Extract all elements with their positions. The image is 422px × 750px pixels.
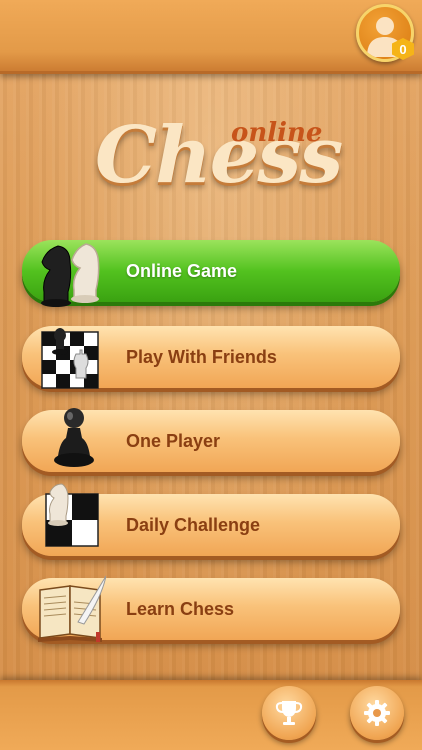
gear-icon: [364, 700, 390, 726]
play-with-friends-label: Play With Friends: [126, 346, 277, 367]
play-with-friends-button[interactable]: Play With Friends: [22, 326, 400, 389]
knights-icon: [41, 243, 100, 307]
knight-board-icon: [45, 483, 99, 547]
board-pieces-icon: [41, 328, 99, 389]
logo-subtitle: online: [231, 118, 323, 148]
one-player-button[interactable]: One Player: [22, 408, 400, 472]
book-quill-icon: [38, 575, 106, 642]
online-game-label: Online Game: [126, 260, 238, 281]
online-game-button[interactable]: Online Game: [22, 240, 400, 307]
settings-button[interactable]: [350, 686, 404, 740]
one-player-label: One Player: [126, 430, 221, 451]
daily-challenge-button[interactable]: Daily Challenge: [22, 483, 400, 556]
pawn-icon: [54, 408, 94, 467]
learn-chess-label: Learn Chess: [126, 598, 235, 619]
daily-challenge-label: Daily Challenge: [126, 514, 261, 535]
game-logo: Chess online: [95, 110, 343, 210]
trophy-icon: [275, 701, 303, 725]
top-bar: 0: [0, 0, 422, 74]
learn-chess-button[interactable]: Learn Chess: [22, 575, 400, 642]
leaderboard-button[interactable]: [262, 686, 316, 740]
